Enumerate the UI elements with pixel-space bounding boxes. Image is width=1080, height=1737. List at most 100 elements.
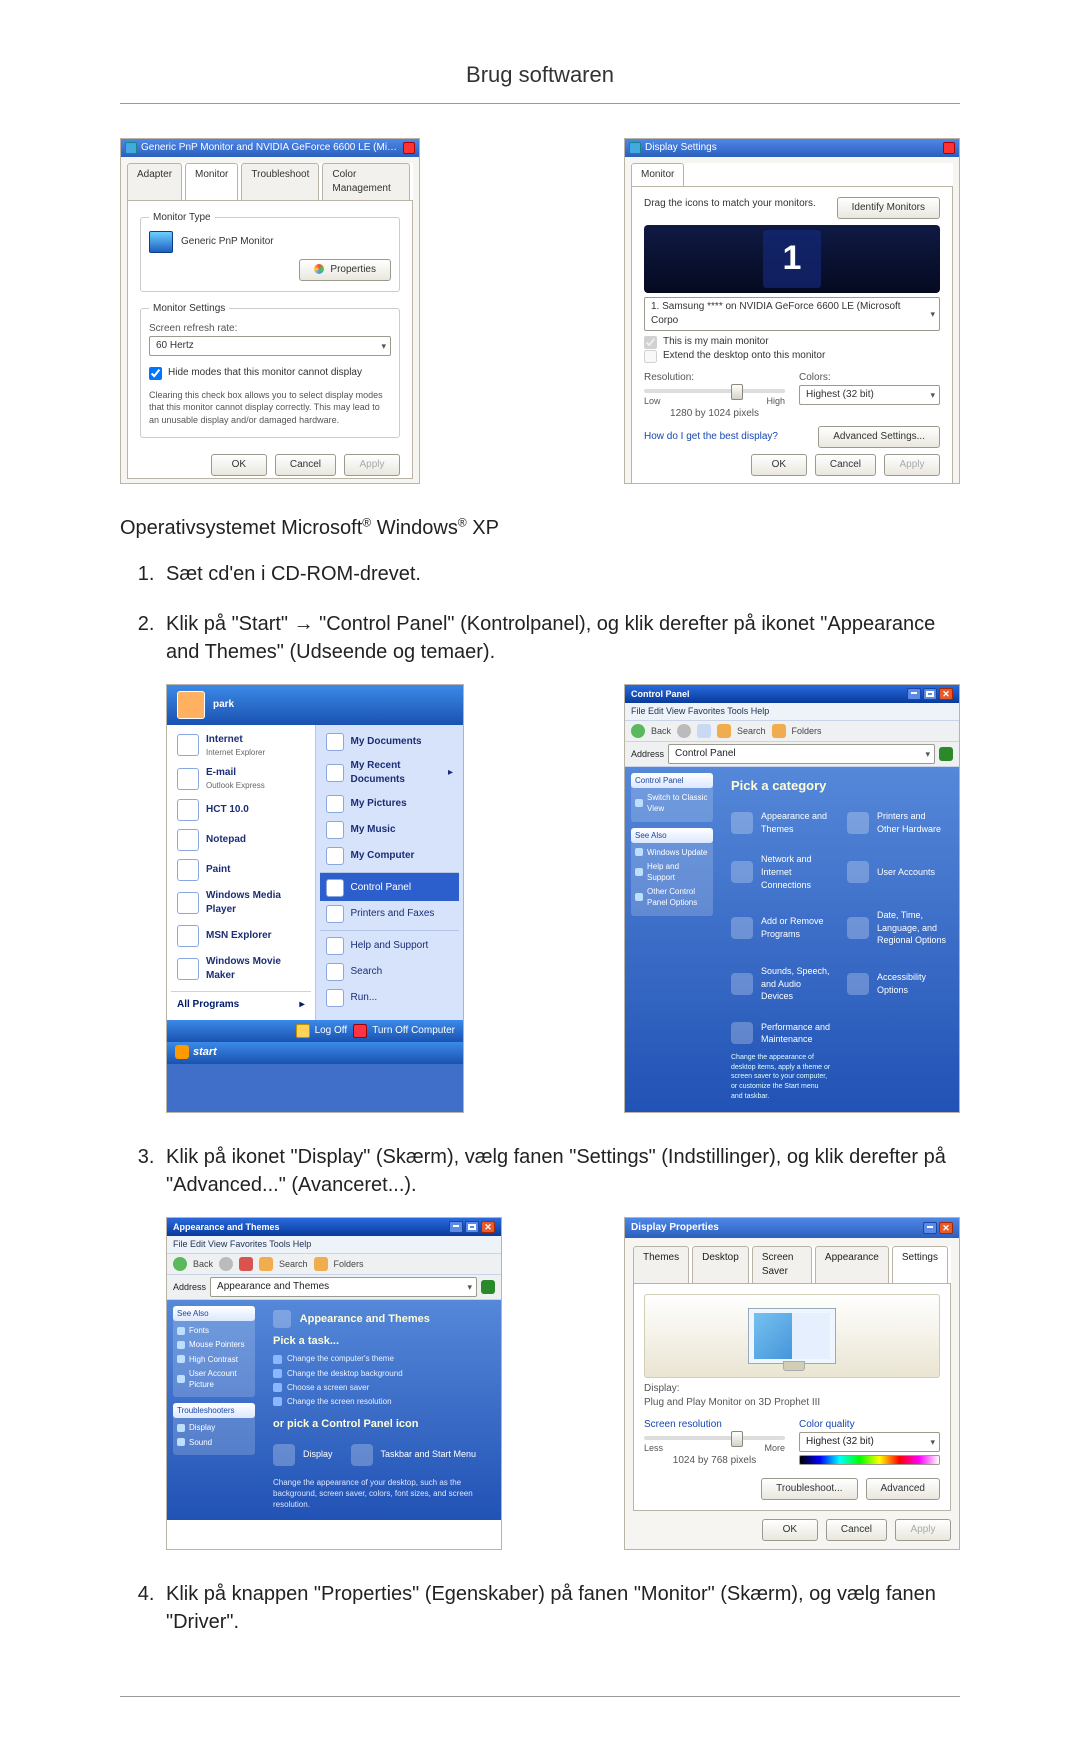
help-icon[interactable] <box>923 1222 937 1234</box>
start-item[interactable]: Notepad <box>171 825 311 855</box>
go-icon[interactable] <box>481 1280 495 1294</box>
maximize-icon[interactable] <box>923 688 937 700</box>
see-also-3[interactable]: Other Control Panel Options <box>635 886 709 908</box>
hide-modes-checkbox[interactable]: Hide modes that this monitor cannot disp… <box>149 366 362 380</box>
start-right-item[interactable]: Printers and Faxes <box>320 901 460 927</box>
advanced-button[interactable]: Advanced <box>866 1478 940 1500</box>
cp-category[interactable]: Printers and Other Hardware <box>847 810 947 835</box>
see-also-2[interactable]: Help and Support <box>635 861 709 883</box>
go-icon[interactable] <box>939 747 953 761</box>
start-item[interactable]: InternetInternet Explorer <box>171 729 311 762</box>
ok-button[interactable]: OK <box>762 1519 818 1541</box>
start-item[interactable]: E-mailOutlook Express <box>171 762 311 795</box>
advanced-settings-button[interactable]: Advanced Settings... <box>818 426 940 448</box>
start-right-item[interactable]: Help and Support <box>320 930 460 959</box>
apply-button[interactable]: Apply <box>884 454 940 476</box>
apply-button[interactable]: Apply <box>895 1519 951 1541</box>
cp-icon-taskbar[interactable]: Taskbar and Start Menu <box>351 1444 477 1466</box>
cp-category[interactable]: Network and Internet Connections <box>731 853 831 891</box>
best-display-link[interactable]: How do I get the best display? <box>644 430 778 444</box>
start-item[interactable]: MSN Explorer <box>171 921 311 951</box>
cp-category[interactable]: Date, Time, Language, and Regional Optio… <box>847 909 947 947</box>
tab-color-management[interactable]: Color Management <box>322 163 410 200</box>
log-off-button[interactable]: Log Off <box>296 1024 348 1038</box>
start-item[interactable]: Windows Media Player <box>171 885 311 921</box>
start-button-label[interactable]: start <box>193 1046 217 1058</box>
identify-monitors-button[interactable]: Identify Monitors <box>837 197 940 219</box>
display-selector[interactable]: 1. Samsung **** on NVIDIA GeForce 6600 L… <box>644 297 940 331</box>
colors-select[interactable]: Highest (32 bit) <box>799 385 940 405</box>
resolution-slider[interactable] <box>644 389 785 393</box>
monitor-number-1[interactable]: 1 <box>763 230 821 288</box>
up-icon[interactable] <box>697 724 711 738</box>
tab-monitor[interactable]: Monitor <box>185 163 238 200</box>
cp-category[interactable]: Appearance and Themes <box>731 810 831 835</box>
tab-troubleshoot[interactable]: Troubleshoot <box>241 163 319 200</box>
cp-category[interactable]: Add or Remove Programs <box>731 909 831 947</box>
apply-button[interactable]: Apply <box>344 454 400 476</box>
folders-icon[interactable] <box>772 724 786 738</box>
search-icon[interactable] <box>717 724 731 738</box>
switch-classic-link[interactable]: Switch to Classic View <box>635 792 709 814</box>
cp-icon-display[interactable]: Display <box>273 1444 333 1466</box>
see-also-1[interactable]: Windows Update <box>635 847 709 858</box>
close-icon[interactable] <box>943 142 955 154</box>
forward-icon[interactable] <box>219 1257 233 1271</box>
minimize-icon[interactable] <box>449 1221 463 1233</box>
cp-category[interactable]: User Accounts <box>847 853 947 891</box>
folders-icon[interactable] <box>314 1257 328 1271</box>
close-icon[interactable] <box>939 1222 953 1234</box>
cp-task[interactable]: Change the screen resolution <box>273 1396 489 1407</box>
tab-adapter[interactable]: Adapter <box>127 163 182 200</box>
start-right-item[interactable]: My Documents <box>320 729 460 755</box>
start-item[interactable]: Paint <box>171 855 311 885</box>
hide-modes-input[interactable] <box>149 367 162 380</box>
cp-category[interactable]: Sounds, Speech, and Audio Devices <box>731 965 831 1003</box>
start-item[interactable]: Windows Movie Maker <box>171 951 311 987</box>
start-right-item[interactable]: My Music <box>320 817 460 843</box>
tab-appearance[interactable]: Appearance <box>815 1246 889 1283</box>
cp-task[interactable]: Change the desktop background <box>273 1368 489 1379</box>
cancel-button[interactable]: Cancel <box>815 454 876 476</box>
ok-button[interactable]: OK <box>211 454 267 476</box>
ok-button[interactable]: OK <box>751 454 807 476</box>
turn-off-button[interactable]: Turn Off Computer <box>353 1024 455 1038</box>
cp-menubar[interactable]: File Edit View Favorites Tools Help <box>625 703 959 721</box>
tab-settings[interactable]: Settings <box>892 1246 948 1283</box>
start-right-item[interactable]: My Pictures <box>320 791 460 817</box>
forward-icon[interactable] <box>677 724 691 738</box>
minimize-icon[interactable] <box>907 688 921 700</box>
tab-monitor-ds[interactable]: Monitor <box>631 163 684 186</box>
close-icon[interactable] <box>403 142 415 154</box>
cp-category[interactable]: Performance and Maintenance <box>731 1021 831 1046</box>
all-programs[interactable]: All Programs <box>171 991 311 1016</box>
search-icon[interactable] <box>259 1257 273 1271</box>
start-right-item[interactable]: Control Panel <box>320 872 460 901</box>
start-right-item[interactable]: My Recent Documents <box>320 755 460 791</box>
cp-task[interactable]: Change the computer's theme <box>273 1353 489 1364</box>
monitor-properties-button[interactable]: Properties <box>299 259 391 281</box>
back-icon[interactable] <box>631 724 645 738</box>
dp-color-select[interactable]: Highest (32 bit) <box>799 1432 940 1452</box>
cancel-button[interactable]: Cancel <box>826 1519 887 1541</box>
address-select[interactable]: Appearance and Themes <box>210 1277 477 1297</box>
back-icon[interactable] <box>173 1257 187 1271</box>
close-icon[interactable] <box>481 1221 495 1233</box>
refresh-rate-select[interactable]: 60 Hertz <box>149 336 391 356</box>
stop-icon[interactable] <box>239 1257 253 1271</box>
maximize-icon[interactable] <box>465 1221 479 1233</box>
close-icon[interactable] <box>939 688 953 700</box>
cp-task[interactable]: Choose a screen saver <box>273 1382 489 1393</box>
tab-themes[interactable]: Themes <box>633 1246 689 1283</box>
start-right-item[interactable]: Search <box>320 959 460 985</box>
cp-menubar[interactable]: File Edit View Favorites Tools Help <box>167 1236 501 1254</box>
dp-resolution-slider[interactable] <box>644 1436 785 1440</box>
cp-category[interactable]: Accessibility Options <box>847 965 947 1003</box>
tab-screensaver[interactable]: Screen Saver <box>752 1246 812 1283</box>
start-right-item[interactable]: Run... <box>320 985 460 1011</box>
start-item[interactable]: HCT 10.0 <box>171 795 311 825</box>
cancel-button[interactable]: Cancel <box>275 454 336 476</box>
address-select[interactable]: Control Panel <box>668 744 935 764</box>
troubleshoot-button[interactable]: Troubleshoot... <box>761 1478 857 1500</box>
tab-desktop[interactable]: Desktop <box>692 1246 749 1283</box>
